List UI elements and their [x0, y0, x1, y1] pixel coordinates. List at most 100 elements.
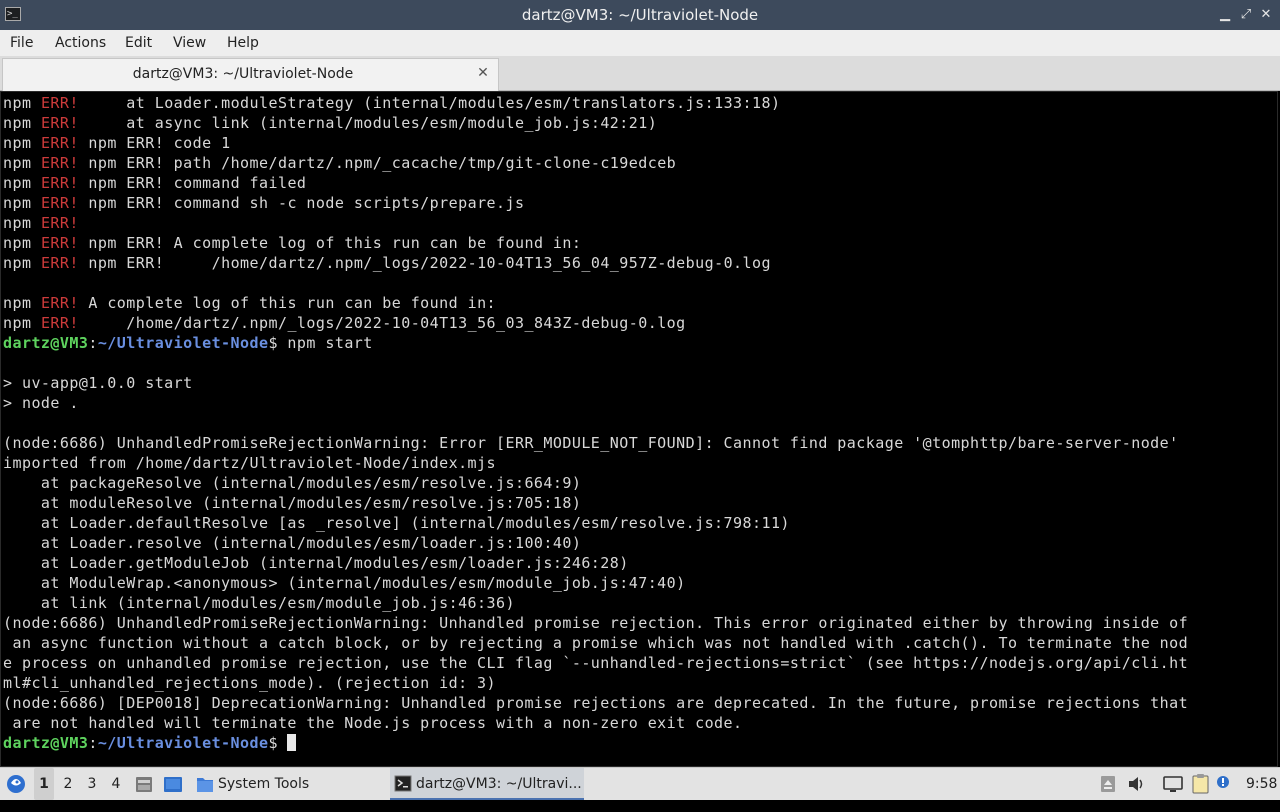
error-tag: ERR!	[40, 214, 79, 232]
terminal-text: npm	[3, 314, 41, 332]
terminal-text: at moduleResolve (internal/modules/esm/r…	[3, 494, 582, 512]
close-icon[interactable]: ✕	[1257, 6, 1275, 24]
file-manager-icon[interactable]	[134, 768, 154, 800]
terminal-line: npm ERR! npm ERR! A complete log of this…	[3, 233, 1188, 253]
terminal-line: at Loader.resolve (internal/modules/esm/…	[3, 533, 1188, 553]
tab-bar: dartz@VM3: ~/Ultraviolet-Node ✕	[0, 56, 1280, 91]
error-tag: ERR!	[40, 294, 79, 312]
terminal-icon	[394, 768, 412, 812]
window-title: dartz@VM3: ~/Ultraviolet-Node	[521, 6, 759, 24]
workspace-3[interactable]: 3	[82, 768, 102, 800]
terminal-line: npm ERR! /home/dartz/.npm/_logs/2022-10-…	[3, 313, 1188, 333]
terminal-line: > uv-app@1.0.0 start	[3, 373, 1188, 393]
terminal-line: e process on unhandled promise rejection…	[3, 653, 1188, 673]
terminal-text: (node:6686) [DEP0018] DeprecationWarning…	[3, 694, 1189, 712]
error-tag: ERR!	[40, 234, 79, 252]
terminal-line: npm ERR!	[3, 213, 1188, 233]
workspace-1[interactable]: 1	[34, 768, 54, 800]
update-notifier-icon[interactable]	[1214, 768, 1232, 800]
terminal-text: (node:6686) UnhandledPromiseRejectionWar…	[3, 614, 1189, 632]
display-icon[interactable]	[1162, 768, 1184, 800]
workspace-2[interactable]: 2	[58, 768, 78, 800]
maximize-icon[interactable]: ⤢	[1237, 6, 1255, 24]
terminal-text: npm	[3, 174, 41, 192]
terminal-line: at link (internal/modules/esm/module_job…	[3, 593, 1188, 613]
error-tag: ERR!	[40, 194, 79, 212]
terminal-text: imported from /home/dartz/Ultraviolet-No…	[3, 454, 496, 472]
task-label: System Tools	[218, 776, 310, 792]
terminal-text: npm	[3, 94, 41, 112]
terminal-line: are not handled will terminate the Node.…	[3, 713, 1188, 733]
error-tag: ERR!	[40, 94, 79, 112]
terminal-text: /home/dartz/.npm/_logs/2022-10-04T13_56_…	[78, 314, 686, 332]
task-system-tools[interactable]: System Tools	[192, 768, 374, 800]
terminal-text: at Loader.resolve (internal/modules/esm/…	[3, 534, 582, 552]
terminal-text: $	[268, 734, 288, 752]
terminal-text: ml#cli_unhandled_rejections_mode). (reje…	[3, 674, 496, 692]
terminal-text: :	[88, 334, 98, 352]
terminal-text: npm ERR! command sh -c node scripts/prep…	[78, 194, 525, 212]
error-tag: ERR!	[40, 134, 79, 152]
terminal-line: npm ERR! at async link (internal/modules…	[3, 113, 1188, 133]
start-menu-icon[interactable]	[4, 768, 28, 800]
terminal-text: npm	[3, 234, 41, 252]
tab-close-icon[interactable]: ✕	[475, 65, 491, 81]
window-title-bar[interactable]: >_ dartz@VM3: ~/Ultraviolet-Node ▁ ⤢ ✕	[0, 0, 1280, 30]
clipboard-icon[interactable]	[1190, 768, 1212, 800]
workspace-4[interactable]: 4	[106, 768, 126, 800]
terminal-line: (node:6686) [DEP0018] DeprecationWarning…	[3, 693, 1188, 713]
menu-file[interactable]: File	[10, 30, 33, 56]
terminal-line: npm ERR! A complete log of this run can …	[3, 293, 1188, 313]
terminal-line: at Loader.getModuleJob (internal/modules…	[3, 553, 1188, 573]
terminal-text: npm ERR! /home/dartz/.npm/_logs/2022-10-…	[78, 254, 771, 272]
clock[interactable]: 9:58	[1246, 768, 1277, 800]
menu-bar: File Actions Edit View Help	[0, 30, 1280, 56]
terminal-cursor	[287, 734, 297, 751]
terminal-line: npm ERR! npm ERR! command failed	[3, 173, 1188, 193]
terminal-line: imported from /home/dartz/Ultraviolet-No…	[3, 453, 1188, 473]
eject-icon[interactable]	[1098, 768, 1118, 800]
terminal-line: at ModuleWrap.<anonymous> (internal/modu…	[3, 573, 1188, 593]
show-desktop-icon[interactable]	[162, 768, 184, 800]
prompt-path: ~/Ultraviolet-Node	[97, 334, 269, 352]
terminal-text: npm	[3, 194, 41, 212]
terminal-text: (node:6686) UnhandledPromiseRejectionWar…	[3, 434, 1179, 452]
prompt-user-host: dartz@VM3	[3, 734, 89, 752]
terminal-text: at Loader.defaultResolve [as _resolve] (…	[3, 514, 790, 532]
task-label: dartz@VM3: ~/Ultravi...	[416, 776, 582, 792]
terminal-text: are not handled will terminate the Node.…	[3, 714, 743, 732]
error-tag: ERR!	[40, 254, 79, 272]
terminal-line: dartz@VM3:~/Ultraviolet-Node$ npm start	[3, 333, 1188, 353]
terminal-line: at packageResolve (internal/modules/esm/…	[3, 473, 1188, 493]
terminal-output[interactable]: npm ERR! at Loader.moduleStrategy (inter…	[0, 91, 1278, 767]
tab-terminal[interactable]: dartz@VM3: ~/Ultraviolet-Node ✕	[2, 58, 499, 91]
terminal-text: :	[88, 734, 98, 752]
terminal-line: an async function without a catch block,…	[3, 633, 1188, 653]
prompt-user-host: dartz@VM3	[3, 334, 89, 352]
terminal-text: e process on unhandled promise rejection…	[3, 654, 1189, 672]
menu-edit[interactable]: Edit	[125, 30, 152, 56]
terminal-lines: npm ERR! at Loader.moduleStrategy (inter…	[3, 93, 1188, 753]
error-tag: ERR!	[40, 114, 79, 132]
terminal-text: npm	[3, 134, 41, 152]
terminal-line: > node .	[3, 393, 1188, 413]
terminal-text: at packageResolve (internal/modules/esm/…	[3, 474, 582, 492]
task-terminal[interactable]: dartz@VM3: ~/Ultravi...	[390, 768, 584, 800]
menu-actions[interactable]: Actions	[55, 30, 106, 56]
terminal-line: ml#cli_unhandled_rejections_mode). (reje…	[3, 673, 1188, 693]
folder-icon	[196, 768, 214, 812]
prompt-path: ~/Ultraviolet-Node	[97, 734, 269, 752]
menu-help[interactable]: Help	[227, 30, 259, 56]
terminal-line: (node:6686) UnhandledPromiseRejectionWar…	[3, 433, 1188, 453]
volume-icon[interactable]	[1126, 768, 1146, 800]
terminal-text: > uv-app@1.0.0 start	[3, 374, 193, 392]
tab-title: dartz@VM3: ~/Ultraviolet-Node	[132, 66, 354, 82]
terminal-text: npm	[3, 154, 41, 172]
menu-view[interactable]: View	[173, 30, 206, 56]
terminal-line: npm ERR! npm ERR! /home/dartz/.npm/_logs…	[3, 253, 1188, 273]
terminal-text: at async link (internal/modules/esm/modu…	[78, 114, 658, 132]
minimize-icon[interactable]: ▁	[1216, 6, 1234, 24]
terminal-text: $ npm start	[268, 334, 373, 352]
